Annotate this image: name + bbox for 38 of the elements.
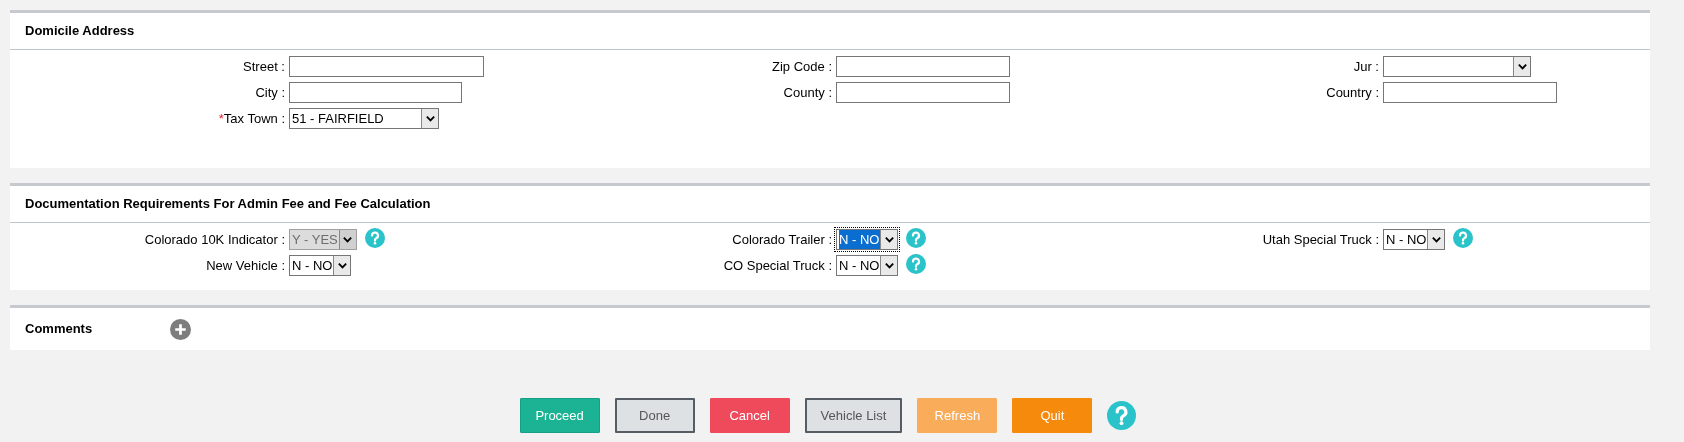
dropdown-field[interactable]: N - NO xyxy=(836,229,899,250)
text-field[interactable] xyxy=(1383,82,1557,103)
add-icon[interactable] xyxy=(170,318,191,340)
action-button[interactable]: Done xyxy=(614,398,695,433)
required-mark: * xyxy=(218,109,224,128)
action-button[interactable]: Cancel xyxy=(709,398,790,433)
field-label: Tax Town : xyxy=(223,109,285,128)
field-label: County : xyxy=(783,83,832,102)
section-title: Documentation Requirements For Admin Fee and Fee Calculation xyxy=(25,195,431,214)
action-button[interactable]: Vehicle List xyxy=(804,398,903,433)
dropdown-field[interactable]: N - NO xyxy=(289,255,352,276)
dropdown-field[interactable]: N - NO xyxy=(1383,229,1446,250)
chevron-down-icon xyxy=(883,260,895,271)
text-field[interactable] xyxy=(289,82,462,103)
field-label: Colorado 10K Indicator : xyxy=(144,230,285,249)
field-label: Zip Code : xyxy=(772,57,832,76)
field-label: New Vehicle : xyxy=(206,256,285,275)
chevron-down-icon xyxy=(342,234,354,245)
section-title: Domicile Address xyxy=(25,22,135,41)
section-title: Comments xyxy=(25,320,94,339)
chevron-down-icon xyxy=(883,234,895,245)
field-label: City : xyxy=(255,83,285,102)
field-label: Country : xyxy=(1326,83,1379,102)
chevron-down-icon xyxy=(1516,61,1528,72)
field-label: Street : xyxy=(243,57,285,76)
field-label: Colorado Trailer : xyxy=(732,230,832,249)
text-field[interactable] xyxy=(289,56,484,77)
field-label: Utah Special Truck : xyxy=(1262,230,1379,249)
text-field[interactable] xyxy=(836,82,1010,103)
dropdown-field[interactable] xyxy=(1383,56,1531,77)
chevron-down-icon xyxy=(424,113,436,124)
text-field[interactable] xyxy=(836,56,1010,77)
field-label: CO Special Truck : xyxy=(723,256,832,275)
chevron-down-icon xyxy=(1430,234,1442,245)
dropdown-field[interactable]: N - NO xyxy=(836,255,899,276)
field-label: Jur : xyxy=(1353,57,1379,76)
chevron-down-icon xyxy=(336,260,348,271)
dropdown-field[interactable]: 51 - FAIRFIELD xyxy=(289,108,439,129)
